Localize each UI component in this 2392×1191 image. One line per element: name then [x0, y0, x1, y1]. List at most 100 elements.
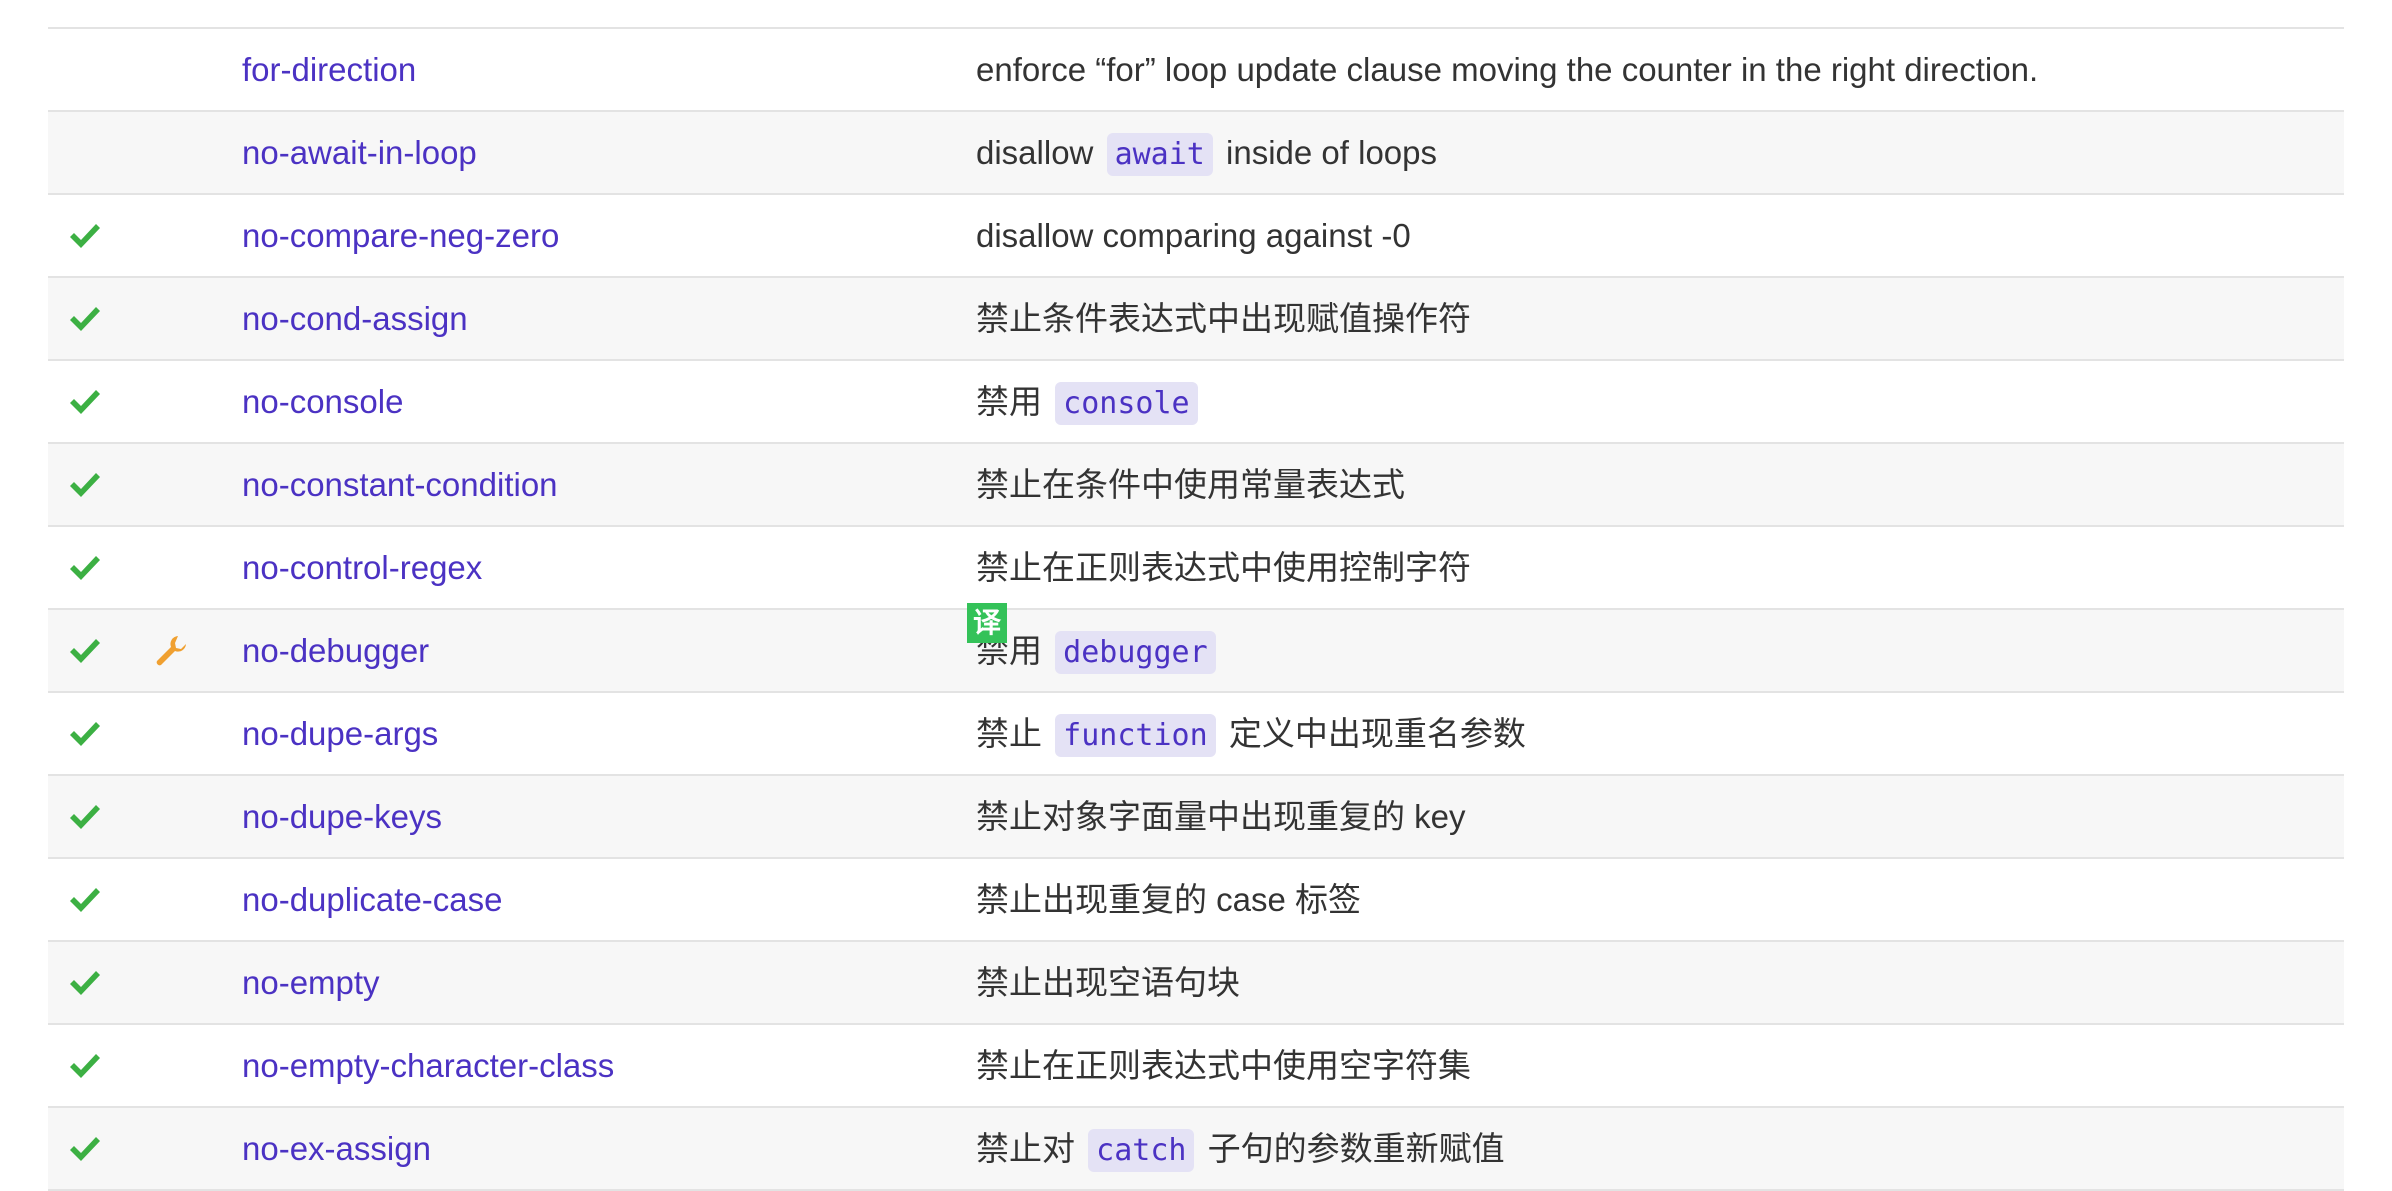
description-text: 禁止 [976, 714, 1052, 752]
recommended-cell [48, 27, 144, 111]
check-icon [68, 470, 144, 500]
check-icon [68, 387, 144, 417]
rule-name-cell: no-dupe-args [242, 691, 976, 775]
description-text: 禁止出现空语句块 [976, 963, 1240, 1001]
check-icon [68, 304, 144, 334]
rule-name-cell: no-ex-assign [242, 1106, 976, 1191]
recommended-cell [48, 359, 144, 443]
rule-name-cell: no-empty [242, 940, 976, 1024]
fixable-cell [144, 27, 242, 111]
description-text: 子句的参数重新赋值 [1198, 1129, 1505, 1167]
code-snippet: function [1055, 713, 1216, 757]
translate-badge[interactable]: 译 [967, 603, 1007, 643]
rule-link[interactable]: no-compare-neg-zero [242, 217, 559, 254]
rule-link[interactable]: no-await-in-loop [242, 134, 477, 171]
table-row: for-direction enforce “for” loop update c… [48, 27, 2344, 111]
description-text: 禁止在正则表达式中使用空字符集 [976, 1046, 1471, 1084]
rule-name-cell: no-await-in-loop [242, 110, 976, 194]
fixable-cell [144, 1106, 242, 1191]
check-icon [68, 1051, 144, 1081]
rule-link[interactable]: no-dupe-keys [242, 798, 442, 835]
rule-description: 禁止在正则表达式中使用空字符集 [976, 1023, 2344, 1107]
description-text: inside of loops [1216, 133, 1438, 171]
rules-table: for-direction enforce “for” loop update c… [48, 27, 2344, 1191]
table-row: no-ex-assign 禁止对 catch 子句的参数重新赋值 [48, 1106, 2344, 1191]
code-snippet: await [1106, 132, 1213, 176]
rule-link[interactable]: for-direction [242, 51, 416, 88]
rule-link[interactable]: no-empty-character-class [242, 1047, 614, 1084]
rule-link[interactable]: no-duplicate-case [242, 881, 503, 918]
rule-description: 禁止在正则表达式中使用控制字符 [976, 525, 2344, 609]
rule-link[interactable]: no-empty [242, 964, 380, 1001]
rule-link[interactable]: no-debugger [242, 632, 429, 669]
rule-link[interactable]: no-cond-assign [242, 300, 468, 337]
rule-description: 禁止 function 定义中出现重名参数 [976, 691, 2344, 775]
code-snippet: catch [1088, 1128, 1195, 1172]
rule-link[interactable]: no-control-regex [242, 549, 482, 586]
rule-description: 禁止出现空语句块 [976, 940, 2344, 1024]
recommended-cell [48, 1023, 144, 1107]
rule-description: 禁止对象字面量中出现重复的 key [976, 774, 2344, 858]
recommended-cell [48, 940, 144, 1024]
rule-description: 禁用 debugger [976, 608, 2344, 692]
rule-link[interactable]: no-constant-condition [242, 466, 558, 503]
description-text: 禁止在条件中使用常量表达式 [976, 465, 1405, 503]
check-icon [68, 802, 144, 832]
recommended-cell [48, 193, 144, 277]
description-text: 禁止条件表达式中出现赋值操作符 [976, 299, 1471, 337]
fixable-cell [144, 857, 242, 941]
rule-description: 禁用 console [976, 359, 2344, 443]
fixable-cell [144, 774, 242, 858]
rule-name-cell: no-compare-neg-zero [242, 193, 976, 277]
rule-name-cell: no-dupe-keys [242, 774, 976, 858]
rule-link[interactable]: no-console [242, 383, 403, 420]
table-row: no-dupe-keys 禁止对象字面量中出现重复的 key [48, 774, 2344, 858]
description-text: 禁止在正则表达式中使用控制字符 [976, 548, 1471, 586]
rule-name-cell: no-console [242, 359, 976, 443]
check-icon [68, 221, 144, 251]
description-text: 禁止对象字面量中出现重复的 key [976, 797, 1466, 835]
table-row: no-constant-condition 禁止在条件中使用常量表达式 [48, 442, 2344, 526]
rule-name-cell: no-control-regex [242, 525, 976, 609]
description-text: disallow [976, 133, 1103, 171]
code-snippet: console [1055, 381, 1198, 425]
rules-table-body: for-direction enforce “for” loop update c… [48, 27, 2344, 1191]
rule-description: 禁止在条件中使用常量表达式 [976, 442, 2344, 526]
rule-link[interactable]: no-dupe-args [242, 715, 438, 752]
table-row: no-compare-neg-zero disallow comparing ag… [48, 193, 2344, 277]
description-text: 禁止对 [976, 1129, 1085, 1167]
rule-name-cell: no-duplicate-case [242, 857, 976, 941]
fixable-cell [144, 1023, 242, 1107]
description-text: 禁止出现重复的 case 标签 [976, 880, 1362, 918]
table-row: no-empty-character-class 禁止在正则表达式中使用空字符集 [48, 1023, 2344, 1107]
check-icon [68, 885, 144, 915]
description-text: enforce “for” loop update clause moving … [976, 50, 2039, 88]
wrench-icon [154, 634, 242, 668]
rule-name-cell: no-constant-condition [242, 442, 976, 526]
table-row: no-control-regex 禁止在正则表达式中使用控制字符 [48, 525, 2344, 609]
check-icon [68, 968, 144, 998]
fixable-cell [144, 193, 242, 277]
recommended-cell [48, 525, 144, 609]
check-icon [68, 636, 144, 666]
fixable-cell [144, 691, 242, 775]
table-row: no-await-in-loop disallow await inside of… [48, 110, 2344, 194]
description-text: 禁用 [976, 382, 1052, 420]
table-row: no-console 禁用 console [48, 359, 2344, 443]
description-text: disallow comparing against -0 [976, 216, 1411, 254]
fixable-cell [144, 276, 242, 360]
check-icon [68, 719, 144, 749]
rule-description: 禁止条件表达式中出现赋值操作符 [976, 276, 2344, 360]
description-text: 定义中出现重名参数 [1219, 714, 1526, 752]
recommended-cell [48, 1106, 144, 1191]
check-icon [68, 553, 144, 583]
rule-link[interactable]: no-ex-assign [242, 1130, 431, 1167]
rule-name-cell: for-direction [242, 27, 976, 111]
table-row: no-debugger 禁用 debugger [48, 608, 2344, 692]
rule-description: disallow comparing against -0 [976, 193, 2344, 277]
fixable-cell [144, 525, 242, 609]
fixable-cell [144, 110, 242, 194]
fixable-cell [144, 359, 242, 443]
rule-description: enforce “for” loop update clause moving … [976, 27, 2344, 111]
fixable-cell [144, 940, 242, 1024]
